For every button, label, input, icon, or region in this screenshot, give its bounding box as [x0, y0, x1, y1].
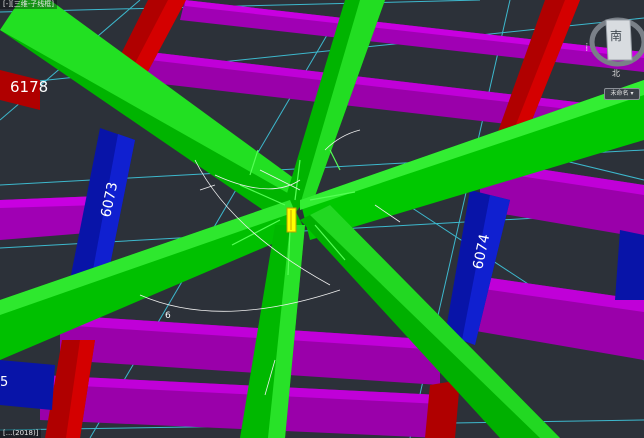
dimension-6178: 6178	[10, 78, 48, 96]
viewport-controls-label[interactable]: [-][三维-子线框]	[0, 0, 57, 9]
viewcube-face-label: 南	[610, 28, 622, 43]
viewcube[interactable]: 南 西 北	[586, 0, 644, 80]
dimension-6: 6	[165, 311, 171, 321]
model-canvas[interactable]: 6178 6073 6074 5 6	[0, 0, 644, 438]
compass-north-label[interactable]: 北	[612, 69, 620, 78]
selected-connection[interactable]	[286, 207, 297, 233]
dimension-5: 5	[0, 375, 8, 390]
drawing-viewport[interactable]: 6178 6073 6074 5 6 [-][三维-子线框] [...(2018…	[0, 0, 644, 438]
wcs-menu-button[interactable]: 未命名 ▾	[604, 88, 640, 100]
compass-west-label[interactable]: 西	[586, 43, 588, 52]
viewport-bottom-label: [...(2018)]	[0, 429, 42, 438]
